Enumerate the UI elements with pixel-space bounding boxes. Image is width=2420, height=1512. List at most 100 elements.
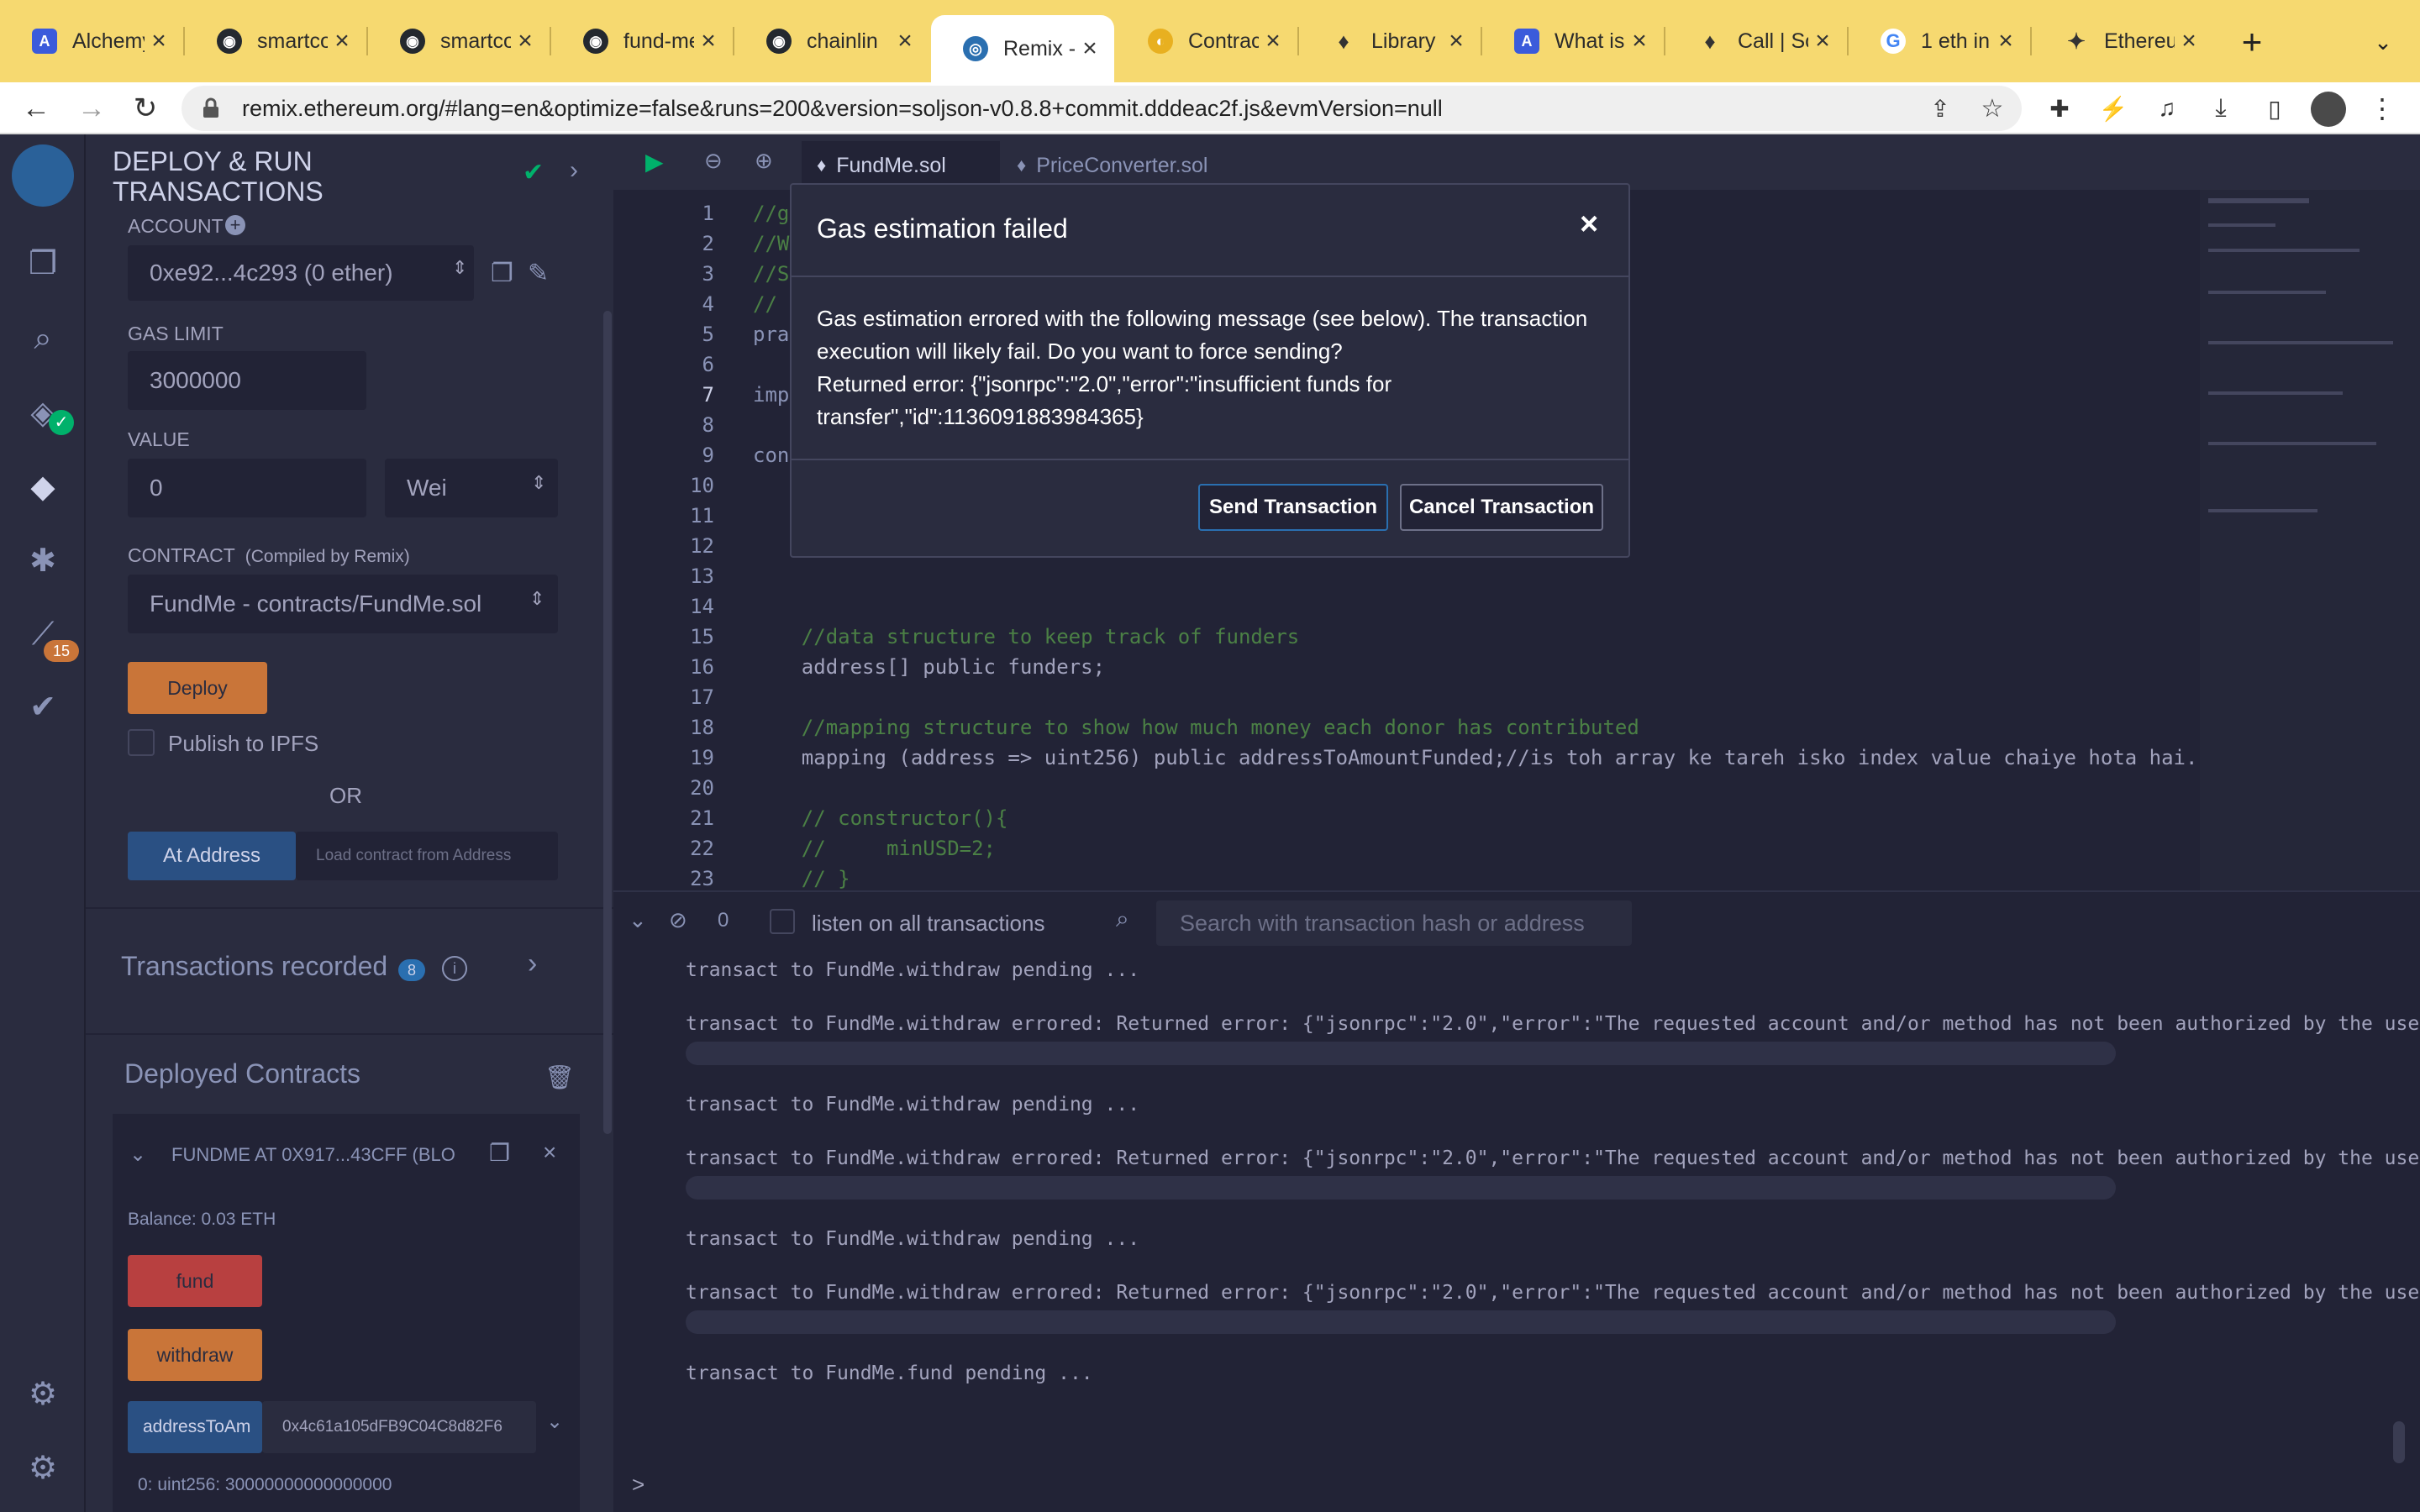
browser-tab[interactable]: ◉ fund-me × (551, 15, 733, 67)
browser-tab[interactable]: ♦ Call | So × (1665, 15, 1847, 67)
close-icon[interactable]: × (328, 27, 356, 55)
browser-tab[interactable]: ✦ Ethereu × (2032, 15, 2213, 67)
instance-name[interactable]: FUNDME AT 0X917...43CFF (BLO (171, 1144, 455, 1166)
remix-logo-icon[interactable] (12, 144, 74, 207)
browser-tab[interactable]: ◉ chainlin × (734, 15, 929, 67)
log-details-bar[interactable] (686, 1176, 2116, 1200)
deploy-run-icon[interactable]: ◆ (22, 465, 64, 507)
log-details-bar[interactable] (686, 1310, 2116, 1334)
add-account-plus-icon[interactable]: + (225, 215, 245, 235)
chevron-right-icon[interactable]: › (528, 948, 537, 980)
file-explorer-icon[interactable]: ❐ (22, 242, 64, 284)
line-number: 21 (690, 806, 714, 830)
account-select[interactable]: 0xe92...4c293 (0 ether) ⇕ (128, 245, 474, 301)
deploy-button[interactable]: Deploy (128, 662, 267, 714)
browser-tab[interactable]: ◉ smartco × (368, 15, 550, 67)
trash-icon[interactable]: 🗑 (544, 1063, 575, 1091)
remix-icon: ◎ (963, 36, 988, 61)
publish-ipfs-checkbox[interactable] (128, 729, 155, 756)
close-icon[interactable]: × (543, 1139, 556, 1166)
extensions-puzzle-icon[interactable]: ✚ (2039, 82, 2081, 134)
withdraw-button[interactable]: withdraw (128, 1329, 262, 1381)
avatar[interactable] (2311, 92, 2346, 127)
media-control-icon[interactable]: ♫ (2146, 82, 2188, 134)
log-details-bar[interactable] (686, 1042, 2116, 1065)
new-tab-button[interactable]: + (2228, 18, 2275, 66)
value-input[interactable]: 0 (128, 459, 366, 517)
address-bar[interactable]: remix.ethereum.org/#lang=en&optimize=fal… (182, 86, 2022, 131)
forward-arrow-icon[interactable]: → (71, 82, 113, 134)
listen-checkbox[interactable] (770, 909, 795, 934)
deployed-instance: ⌄ FUNDME AT 0X917...43CFF (BLO ❐ × Balan… (113, 1114, 580, 1512)
extension-icon[interactable]: ⚡ (2092, 82, 2134, 134)
browser-tab[interactable]: ◉ smartco × (185, 15, 366, 67)
tab-search-chevron-icon[interactable]: ⌄ (2366, 18, 2400, 66)
chevron-down-icon[interactable]: ⌄ (546, 1410, 563, 1434)
address-to-amount-button[interactable]: addressToAm (128, 1401, 262, 1453)
info-icon[interactable]: i (442, 956, 467, 981)
cancel-transaction-button[interactable]: Cancel Transaction (1400, 484, 1603, 531)
contract-select[interactable]: FundMe - contracts/FundMe.sol ⇕ (128, 575, 558, 633)
chevron-down-icon[interactable]: ⌄ (129, 1142, 146, 1167)
browser-tab-active[interactable]: ◎ Remix - × (931, 15, 1114, 82)
side-panel-icon[interactable]: ▯ (2254, 82, 2296, 134)
zoom-in-icon[interactable]: ⊕ (755, 148, 773, 174)
github-icon: ◉ (400, 29, 425, 54)
collapse-terminal-icon[interactable]: ⌄ (629, 907, 647, 933)
or-divider: OR (329, 783, 362, 808)
browser-tab[interactable]: ♦ Library × (1299, 15, 1481, 67)
close-icon[interactable]: × (511, 27, 539, 55)
close-icon[interactable]: × (694, 27, 723, 55)
code-line: mapping (address => uint256) public addr… (753, 746, 2198, 769)
menu-kebab-icon[interactable]: ⋮ (2361, 82, 2403, 134)
line-number: 19 (690, 746, 714, 769)
plugin-manager-icon[interactable]: ⚙ (22, 1373, 64, 1415)
close-icon[interactable]: × (1580, 207, 1598, 243)
transaction-search-input[interactable]: Search with transaction hash or address (1156, 900, 1632, 946)
chevron-right-icon[interactable]: › (570, 156, 578, 185)
browser-tab[interactable]: G 1 eth in × (1849, 15, 2030, 67)
close-icon[interactable]: × (145, 27, 173, 55)
settings-gear-icon[interactable]: ⚙ (22, 1446, 64, 1488)
close-icon[interactable]: × (1076, 34, 1104, 63)
close-icon[interactable]: × (2175, 27, 2203, 55)
download-icon[interactable]: ⤓ (2200, 82, 2242, 134)
bookmark-star-icon[interactable]: ☆ (1971, 82, 2013, 134)
browser-tab[interactable]: A What is × (1482, 15, 1664, 67)
reload-icon[interactable]: ↻ (124, 82, 166, 134)
browser-tab[interactable]: ◐ Contrac × (1116, 15, 1297, 67)
clear-terminal-icon[interactable]: ⊘ (669, 907, 687, 933)
unit-testing-check-icon[interactable]: ✔ (22, 685, 64, 727)
close-icon[interactable]: × (1625, 27, 1654, 55)
at-address-button[interactable]: At Address (128, 832, 296, 880)
close-icon[interactable]: × (1259, 27, 1287, 55)
send-transaction-button[interactable]: Send Transaction (1198, 484, 1388, 531)
search-icon[interactable]: ⌕ (22, 318, 64, 360)
copy-icon[interactable]: ❐ (489, 1139, 510, 1167)
copy-icon[interactable]: ❐ (491, 259, 513, 288)
run-script-play-icon[interactable]: ▶ (645, 148, 664, 176)
terminal-scrollbar[interactable] (2393, 1421, 2405, 1463)
address-to-amount-input[interactable]: 0x4c61a105dFB9C04C8d82F6 (262, 1401, 536, 1453)
close-icon[interactable]: × (1808, 27, 1837, 55)
browser-tab[interactable]: A Alchemy × (0, 15, 183, 67)
terminal-prompt[interactable]: > (632, 1472, 644, 1498)
minimap[interactable] (2200, 190, 2420, 890)
line-number: 17 (690, 685, 714, 709)
back-arrow-icon[interactable]: ← (15, 82, 57, 134)
close-icon[interactable]: × (891, 27, 919, 55)
share-icon[interactable]: ⇪ (1919, 82, 1961, 134)
browser-toolbar: ← → ↻ remix.ethereum.org/#lang=en&optimi… (0, 82, 2420, 134)
value-unit-select[interactable]: Wei ⇕ (385, 459, 558, 517)
load-contract-input[interactable]: Load contract from Address (296, 832, 558, 880)
zoom-out-icon[interactable]: ⊖ (704, 148, 723, 174)
debugger-bug-icon[interactable]: ✱ (22, 539, 64, 581)
close-icon[interactable]: × (1991, 27, 2020, 55)
fund-button[interactable]: fund (128, 1255, 262, 1307)
gas-limit-input[interactable]: 3000000 (128, 351, 366, 410)
edit-icon[interactable]: ✎ (528, 259, 549, 288)
modal-body: Gas estimation errored with the followin… (817, 306, 1588, 429)
transactions-recorded-label[interactable]: Transactions recorded (121, 951, 387, 982)
close-icon[interactable]: × (1442, 27, 1470, 55)
panel-scrollbar[interactable] (603, 311, 612, 1134)
